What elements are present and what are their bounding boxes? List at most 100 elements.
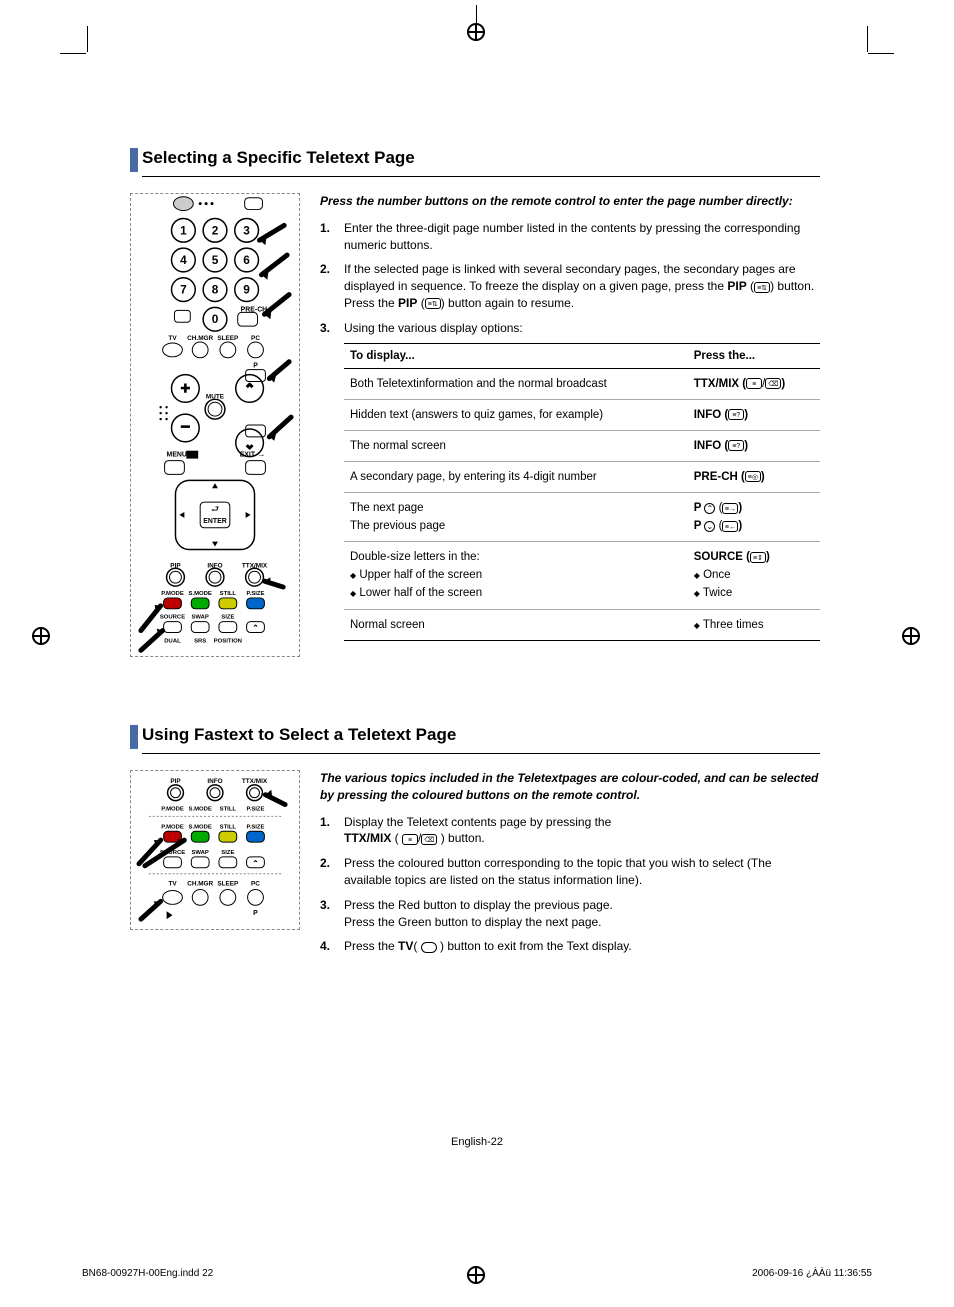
svg-text:⌃: ⌃ xyxy=(245,381,255,395)
step-text: Enter the three-digit page number listed… xyxy=(344,220,820,254)
crop-mark-right xyxy=(898,623,928,653)
section-accent-bar xyxy=(130,725,138,749)
step-text: Press the Red button to display the prev… xyxy=(344,897,820,931)
svg-text:SOURCE: SOURCE xyxy=(160,615,185,621)
svg-text:MENU: MENU xyxy=(167,452,187,459)
crop-mark-left xyxy=(28,623,58,653)
step-text: Press the TV( ) button to exit from the … xyxy=(344,938,820,955)
table-cell-left: Hidden text (answers to quiz games, for … xyxy=(344,399,688,430)
svg-text:0: 0 xyxy=(212,312,219,326)
section1-intro: Press the number buttons on the remote c… xyxy=(320,193,820,210)
table-cell-right: INFO (≡?) xyxy=(688,430,820,461)
svg-text:SIZE: SIZE xyxy=(221,615,234,621)
svg-text:STILL: STILL xyxy=(220,807,237,813)
section-underline xyxy=(142,753,820,754)
table-header: To display... xyxy=(344,343,688,368)
table-row: A secondary page, by entering its 4-digi… xyxy=(344,461,820,492)
svg-text:P.MODE: P.MODE xyxy=(161,824,184,830)
svg-text:SIZE: SIZE xyxy=(221,850,234,856)
crop-line xyxy=(868,53,894,54)
table-cell-left: A secondary page, by entering its 4-digi… xyxy=(344,461,688,492)
table-cell-right: INFO (≡?) xyxy=(688,399,820,430)
step-text: Display the Teletext contents page by pr… xyxy=(344,814,820,848)
section2-steps: 1. Display the Teletext contents page by… xyxy=(320,814,820,956)
svg-text:SLEEP: SLEEP xyxy=(217,335,239,342)
step-item: 2. If the selected page is linked with s… xyxy=(320,261,820,311)
svg-text:DUAL: DUAL xyxy=(164,638,181,644)
svg-text:EXIT: EXIT xyxy=(240,452,256,459)
step-number: 3. xyxy=(320,897,344,931)
table-header: Press the... xyxy=(688,343,820,368)
table-row: Normal screen◆ Three times xyxy=(344,609,820,640)
svg-text:1: 1 xyxy=(180,223,187,237)
svg-text:P.SIZE: P.SIZE xyxy=(247,591,265,597)
step-item: 1. Enter the three-digit page number lis… xyxy=(320,220,820,254)
section1-body: 1 2 3 4 5 6 7 8 9 0 PRE-CH TV CH.MGR xyxy=(130,193,820,657)
svg-text:+: + xyxy=(181,380,190,397)
step-text: Using the various display options: To di… xyxy=(344,320,820,641)
crop-line xyxy=(867,26,868,52)
svg-text:P.SIZE: P.SIZE xyxy=(247,807,265,813)
section2-text: The various topics included in the Telet… xyxy=(320,770,820,963)
svg-text:STILL: STILL xyxy=(220,824,237,830)
svg-text:STILL: STILL xyxy=(220,591,237,597)
svg-text:PC: PC xyxy=(251,335,260,342)
footer-filename: BN68-00927H-00Eng.indd 22 xyxy=(82,1268,213,1279)
svg-text:PIP: PIP xyxy=(170,778,181,785)
section2-heading-wrap: Using Fastext to Select a Teletext Page xyxy=(130,725,820,749)
display-options-table: To display... Press the... Both Teletext… xyxy=(344,343,820,641)
pip-icon: ≡⇅ xyxy=(425,298,441,309)
svg-text:PC: PC xyxy=(251,881,260,888)
svg-text:P: P xyxy=(253,910,258,917)
svg-text:SWAP: SWAP xyxy=(191,850,208,856)
section2-heading: Using Fastext to Select a Teletext Page xyxy=(142,725,820,749)
crop-line xyxy=(87,26,88,52)
crop-mark-top xyxy=(0,19,954,47)
step-number: 1. xyxy=(320,814,344,848)
step-number: 2. xyxy=(320,855,344,889)
step-text: If the selected page is linked with seve… xyxy=(344,261,820,311)
svg-text:9: 9 xyxy=(243,283,250,297)
section1-heading-wrap: Selecting a Specific Teletext Page xyxy=(130,148,820,172)
step-number: 2. xyxy=(320,261,344,311)
step-item: 4. Press the TV( ) button to exit from t… xyxy=(320,938,820,955)
page-content: Selecting a Specific Teletext Page 1 2 3… xyxy=(130,148,820,963)
svg-text:3: 3 xyxy=(243,223,250,237)
section-accent-bar xyxy=(130,148,138,172)
table-cell-left: Normal screen xyxy=(344,609,688,640)
crop-line xyxy=(60,53,86,54)
section1-text: Press the number buttons on the remote c… xyxy=(320,193,820,657)
pip-icon: ≡⇅ xyxy=(754,282,770,293)
table-cell-right: P ⌃ (≡→)P ⌄ (≡←) xyxy=(688,493,820,542)
svg-text:⌄: ⌄ xyxy=(245,438,255,452)
section2: Using Fastext to Select a Teletext Page … xyxy=(130,725,820,963)
svg-text:5: 5 xyxy=(212,253,219,267)
svg-text:TTX/MIX: TTX/MIX xyxy=(242,778,268,785)
svg-text:SLEEP: SLEEP xyxy=(217,881,239,888)
svg-text:S.MODE: S.MODE xyxy=(189,807,212,813)
section1-heading: Selecting a Specific Teletext Page xyxy=(142,148,820,172)
step-item: 3. Press the Red button to display the p… xyxy=(320,897,820,931)
table-cell-right: SOURCE (≡⇕)◆ Once◆ Twice xyxy=(688,542,820,609)
svg-text:SWAP: SWAP xyxy=(191,615,208,621)
remote-illustration-partial: PIP INFO TTX/MIX P.MODE S.MODE STILL P.S… xyxy=(130,770,300,930)
svg-text:TV: TV xyxy=(168,881,177,888)
table-cell-right: PRE-CH (≡◎) xyxy=(688,461,820,492)
step-number: 4. xyxy=(320,938,344,955)
svg-text:2: 2 xyxy=(212,223,219,237)
svg-text:7: 7 xyxy=(180,283,187,297)
svg-text:ENTER: ENTER xyxy=(203,518,226,525)
section-underline xyxy=(142,176,820,177)
table-row: Hidden text (answers to quiz games, for … xyxy=(344,399,820,430)
ttx-icon: ≡ xyxy=(402,834,418,845)
svg-text:−: − xyxy=(181,419,190,436)
svg-text:6: 6 xyxy=(243,253,250,267)
mix-icon: ⌫ xyxy=(421,834,437,845)
section1-steps: 1. Enter the three-digit page number lis… xyxy=(320,220,820,641)
section2-body: PIP INFO TTX/MIX P.MODE S.MODE STILL P.S… xyxy=(130,770,820,963)
table-row: Double-size letters in the:◆ Upper half … xyxy=(344,542,820,609)
svg-text:P: P xyxy=(253,363,258,370)
svg-text:P.SIZE: P.SIZE xyxy=(247,824,265,830)
step-item: 1. Display the Teletext contents page by… xyxy=(320,814,820,848)
section2-intro: The various topics included in the Telet… xyxy=(320,770,820,804)
